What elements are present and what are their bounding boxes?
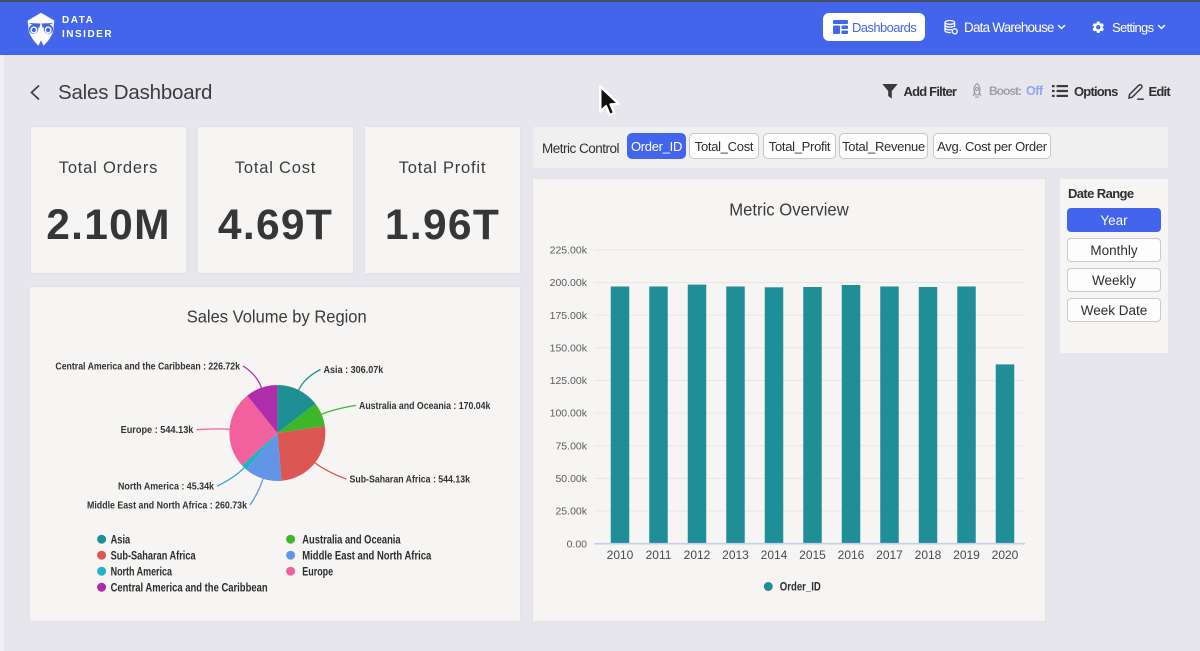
svg-text:Sub-Saharan Africa: Sub-Saharan Africa [111, 550, 196, 562]
svg-text:Europe : 544.13k: Europe : 544.13k [121, 425, 194, 436]
svg-text:2017: 2017 [876, 548, 903, 562]
svg-text:150.00k: 150.00k [550, 342, 588, 354]
svg-text:2015: 2015 [799, 548, 826, 562]
svg-text:2010: 2010 [607, 548, 634, 562]
svg-text:2014: 2014 [761, 548, 788, 562]
svg-text:Asia: Asia [111, 534, 131, 546]
svg-text:Australia and Oceania : 170.04: Australia and Oceania : 170.04k [359, 401, 491, 412]
svg-text:2011: 2011 [646, 548, 672, 562]
svg-text:North America: North America [111, 566, 173, 578]
svg-text:2018: 2018 [915, 548, 942, 562]
svg-text:Asia : 306.07k: Asia : 306.07k [324, 365, 384, 376]
svg-text:Metric Overview: Metric Overview [729, 199, 849, 219]
svg-text:200.00k: 200.00k [550, 277, 588, 289]
svg-text:2020: 2020 [992, 548, 1019, 562]
svg-text:2019: 2019 [953, 548, 980, 562]
svg-text:Sales Volume by Region: Sales Volume by Region [187, 307, 367, 327]
svg-text:Central America and the Caribb: Central America and the Caribbean : 226.… [55, 362, 240, 373]
svg-text:Order_ID: Order_ID [780, 580, 821, 594]
svg-text:Sub-Saharan Africa : 544.13k: Sub-Saharan Africa : 544.13k [350, 475, 471, 486]
svg-text:125.00k: 125.00k [550, 375, 588, 387]
svg-text:50.00k: 50.00k [555, 473, 587, 485]
svg-text:2016: 2016 [838, 548, 865, 562]
svg-text:Middle East and North Africa: Middle East and North Africa [302, 550, 431, 562]
svg-text:225.00k: 225.00k [550, 244, 588, 256]
svg-text:2012: 2012 [684, 548, 711, 562]
svg-text:Central America and the Caribb: Central America and the Caribbean [111, 582, 268, 594]
svg-text:175.00k: 175.00k [550, 310, 588, 322]
svg-text:Australia and Oceania: Australia and Oceania [302, 534, 401, 546]
svg-text:North America : 45.34k: North America : 45.34k [118, 482, 214, 493]
svg-text:0.00: 0.00 [567, 538, 588, 550]
svg-text:Middle East and North Africa :: Middle East and North Africa : 260.73k [87, 501, 247, 512]
svg-text:Europe: Europe [302, 566, 333, 578]
svg-text:100.00k: 100.00k [550, 408, 588, 420]
svg-text:2013: 2013 [722, 548, 749, 562]
svg-text:75.00k: 75.00k [555, 440, 587, 452]
svg-text:25.00k: 25.00k [555, 506, 587, 518]
